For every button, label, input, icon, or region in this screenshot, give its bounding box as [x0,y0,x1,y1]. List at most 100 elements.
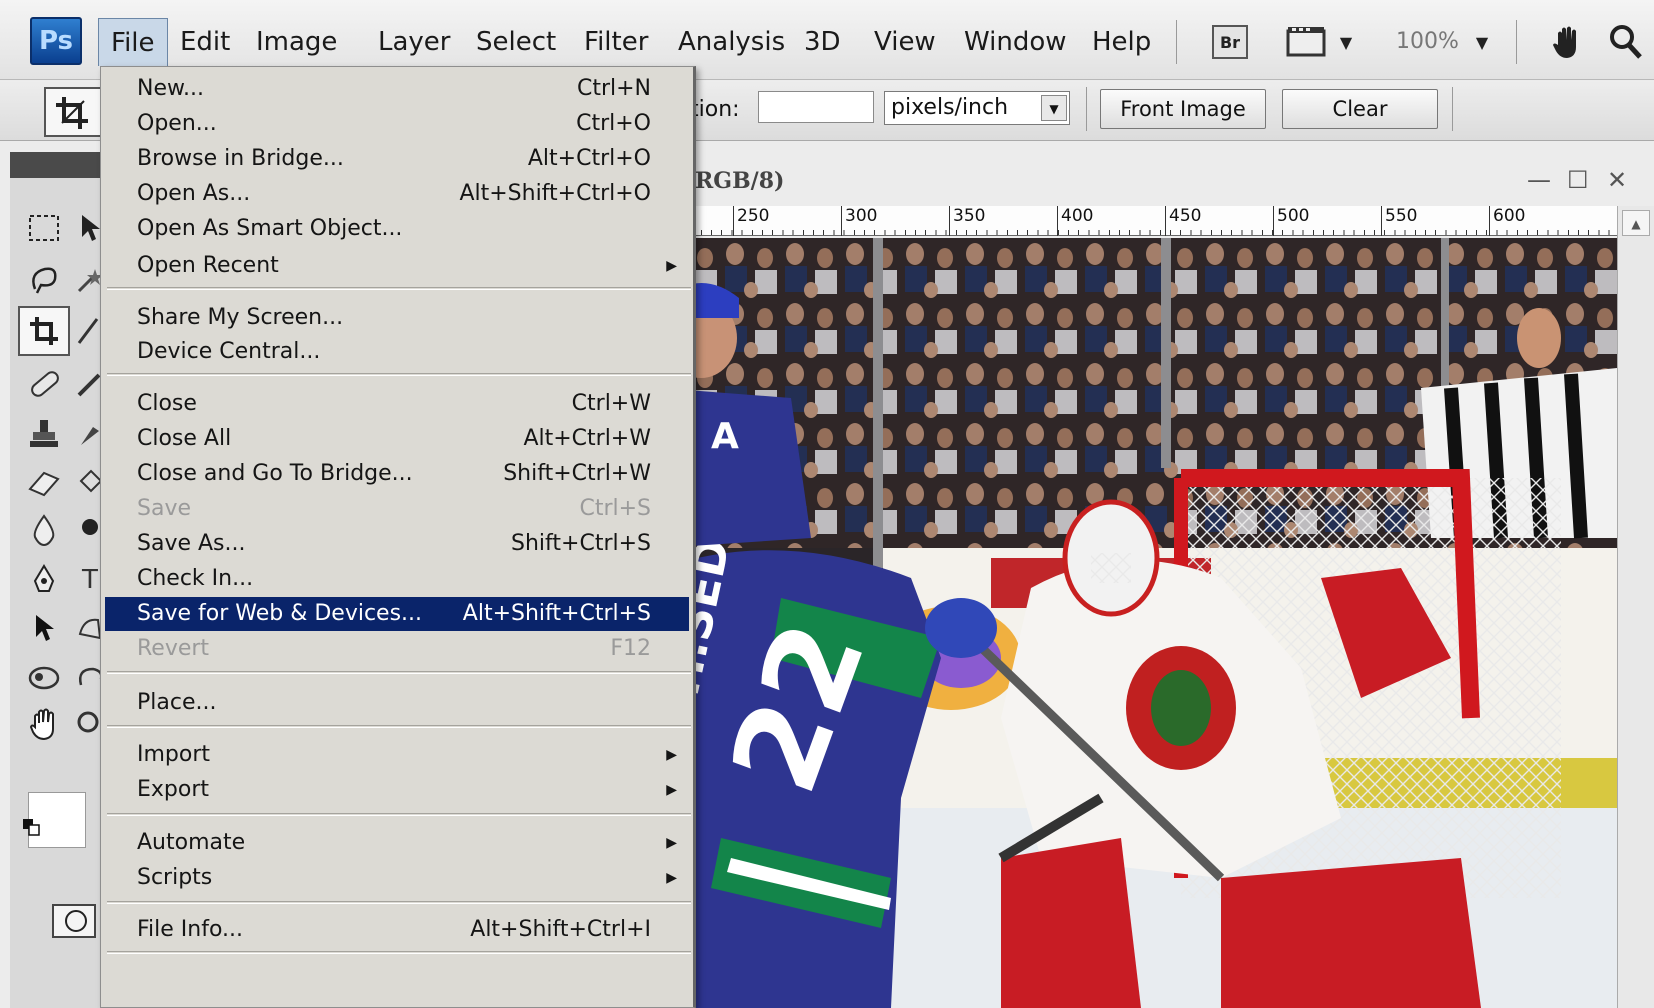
zoom-tool-icon[interactable] [1606,22,1646,62]
menu-item-export[interactable]: Export ▶ [105,773,689,807]
menu-item-import[interactable]: Import ▶ [105,738,689,772]
menu-item-new[interactable]: New... Ctrl+N [105,72,689,106]
hand-tool-icon[interactable] [24,704,64,744]
menu-analysis[interactable]: Analysis [666,18,797,66]
vertical-scrollbar[interactable]: ▲ [1617,206,1654,1008]
menu-item-shortcut: Ctrl+S [579,496,651,521]
menu-separator [107,725,691,728]
healing-brush-tool-icon[interactable] [24,364,64,404]
zoom-level[interactable]: 100% [1396,22,1459,62]
menu-item-place[interactable]: Place... [105,686,689,720]
menu-window[interactable]: Window [952,18,1079,66]
lasso-tool-icon[interactable] [24,260,64,300]
chevron-down-icon[interactable]: ▼ [1041,95,1067,121]
ruler-major-tick [1165,206,1166,236]
menu-file[interactable]: File [98,18,168,66]
menu-help[interactable]: Help [1080,18,1163,66]
ruler-label: 550 [1385,206,1418,226]
maximize-icon[interactable]: ☐ [1567,166,1589,194]
submenu-arrow-icon: ▶ [666,835,677,851]
eraser-tool-icon[interactable] [24,462,64,502]
menu-layer[interactable]: Layer [366,18,463,66]
ruler-label: 300 [845,206,878,226]
menu-item-save-for-web-and-devices[interactable]: Save for Web & Devices... Alt+Shift+Ctrl… [105,597,689,631]
horizontal-ruler: 250 300 350 400 450 500 550 600 [661,206,1619,236]
menu-item-close-and-go-to-bridge[interactable]: Close and Go To Bridge... Shift+Ctrl+W [105,457,689,491]
units-select-value: pixels/inch [891,95,1009,120]
quick-mask-button[interactable] [52,904,96,938]
menu-view[interactable]: View [862,18,948,66]
screen-mode-icon[interactable] [1284,22,1328,62]
resolution-input[interactable] [758,91,874,123]
menu-item-device-central[interactable]: Device Central... [105,335,689,369]
marquee-tool-icon[interactable] [24,208,64,248]
menu-item-open-as[interactable]: Open As... Alt+Shift+Ctrl+O [105,177,689,211]
menu-3d[interactable]: 3D [792,18,853,66]
menu-item-shortcut: Alt+Ctrl+O [527,146,651,171]
blur-tool-icon[interactable] [24,510,64,550]
menu-item-label: Scripts [137,865,213,890]
menu-select[interactable]: Select [464,18,568,66]
menu-item-open-as-smart-object[interactable]: Open As Smart Object... [105,212,689,246]
tools-panel-header[interactable] [10,152,106,178]
toolbar-separator [1086,87,1087,131]
submenu-arrow-icon: ▶ [666,258,677,274]
ruler-major-tick [1381,206,1382,236]
menu-item-label: Save [137,496,192,521]
menu-item-label: Open Recent [137,253,279,278]
menu-item-label: Open As... [137,181,251,206]
ruler-major-tick [949,206,950,236]
path-selection-tool-icon[interactable] [24,608,64,648]
clone-stamp-tool-icon[interactable] [24,414,64,454]
minimize-icon[interactable]: — [1527,166,1551,194]
canvas-photo[interactable]: H.SEDIN 22 A [661,238,1617,1008]
menu-item-close-all[interactable]: Close All Alt+Ctrl+W [105,422,689,456]
pen-tool-icon[interactable] [24,560,64,600]
menu-item-automate[interactable]: Automate ▶ [105,826,689,860]
menu-item-open-recent[interactable]: Open Recent ▶ [105,249,689,283]
menu-item-label: New... [137,76,204,101]
scroll-up-icon[interactable]: ▲ [1622,210,1650,236]
menu-item-shortcut: Ctrl+W [571,391,651,416]
ruler-label: 250 [737,206,770,226]
3d-rotate-tool-icon[interactable] [24,658,64,698]
units-select[interactable]: pixels/inch ▼ [884,91,1070,125]
menu-item-open[interactable]: Open... Ctrl+O [105,107,689,141]
bridge-icon[interactable]: Br [1212,25,1248,59]
menu-image[interactable]: Image [244,18,349,66]
menu-item-check-in[interactable]: Check In... [105,562,689,596]
ruler-major-tick [841,206,842,236]
menu-separator [107,287,691,290]
menu-item-revert: Revert F12 [105,632,689,666]
default-colors-icon[interactable] [20,816,42,838]
photoshop-logo[interactable]: Ps [30,17,82,65]
front-image-button[interactable]: Front Image [1100,89,1266,129]
toolbar-separator [1176,20,1177,64]
menu-item-browse-in-bridge[interactable]: Browse in Bridge... Alt+Ctrl+O [105,142,689,176]
close-icon[interactable]: ✕ [1607,166,1627,194]
chevron-down-icon[interactable]: ▼ [1472,22,1492,62]
hand-tool-icon[interactable] [1546,22,1590,62]
crop-tool-preset-icon[interactable] [44,87,102,137]
chevron-down-icon[interactable]: ▼ [1336,22,1356,62]
ruler-label: 500 [1277,206,1310,226]
menu-item-save-as[interactable]: Save As... Shift+Ctrl+S [105,527,689,561]
slice-tool-icon[interactable] [76,310,100,350]
menu-filter[interactable]: Filter [572,18,660,66]
menu-item-scripts[interactable]: Scripts ▶ [105,861,689,895]
menu-edit[interactable]: Edit [168,18,242,66]
menu-item-shortcut: Ctrl+N [576,76,651,101]
menu-item-close[interactable]: Close Ctrl+W [105,387,689,421]
menu-item-label: Close [137,391,197,416]
clear-button[interactable]: Clear [1282,89,1438,129]
ruler-major-tick [1057,206,1058,236]
menu-item-label: Open... [137,111,217,136]
menu-item-shortcut: Alt+Shift+Ctrl+O [459,181,651,206]
crop-tool-icon[interactable] [18,306,70,356]
menu-item-share-my-screen[interactable]: Share My Screen... [105,301,689,335]
submenu-arrow-icon: ▶ [666,870,677,886]
document-window: RGB/8) — ☐ ✕ 250 300 350 400 450 500 550… [660,160,1654,1008]
ruler-label: 400 [1061,206,1094,226]
menu-item-label: File Info... [137,917,244,942]
menu-item-file-info[interactable]: File Info... Alt+Shift+Ctrl+I [105,913,689,947]
